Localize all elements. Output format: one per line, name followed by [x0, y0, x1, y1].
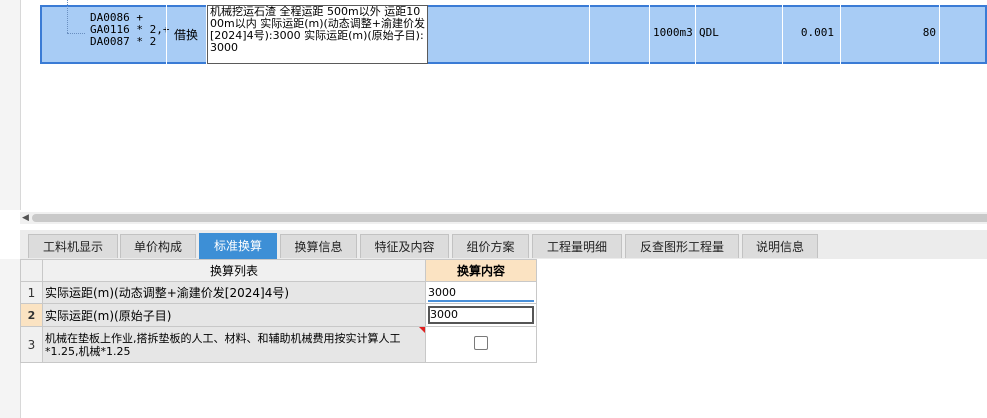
tab-quantity-detail[interactable]: 工程量明细	[532, 234, 622, 258]
item-code[interactable]: DA0086 + GA0116 * 2,+ DA0087 * 2	[90, 12, 169, 48]
item-unit: 1000m3	[653, 26, 693, 39]
horizontal-scrollbar[interactable]: ◀	[20, 212, 987, 224]
conversion-name[interactable]: 机械在垫板上作业,搭拆垫板的人工、材料、和辅助机械费用按实计算人工*1.25,机…	[42, 326, 426, 363]
item-type: 借换	[174, 28, 199, 42]
type-cell[interactable]: 借换	[166, 5, 207, 64]
table-row[interactable]: 3 机械在垫板上作业,搭拆垫板的人工、材料、和辅助机械费用按实计算人工*1.25…	[20, 326, 537, 363]
comment-marker-icon	[419, 327, 425, 333]
row-number-current: 2	[20, 303, 43, 327]
conversion-value-cell[interactable]: 3000	[425, 303, 537, 327]
header-corner	[20, 259, 43, 282]
conversion-value-input-focused[interactable]: 3000	[428, 306, 534, 324]
item-value: 80	[922, 26, 936, 39]
conversion-name-text: 机械在垫板上作业,搭拆垫板的人工、材料、和辅助机械费用按实计算人工*1.25,机…	[45, 331, 401, 358]
panel-gutter	[0, 259, 21, 418]
item-description[interactable]: 机械挖运石渣 全程运距 500m以外 运距1000m以内 实际运距(m)(动态调…	[207, 5, 428, 64]
detail-tabbar: 工料机显示 单价构成 标准换算 换算信息 特征及内容 组价方案 工程量明细 反查…	[20, 230, 987, 260]
tab-features[interactable]: 特征及内容	[360, 234, 449, 258]
tab-conversion-info[interactable]: 换算信息	[280, 234, 357, 258]
tab-reverse-graphic[interactable]: 反查图形工程量	[625, 234, 739, 258]
grid-row-gutter	[0, 0, 21, 210]
tree-connector-h	[67, 33, 85, 34]
blank-cell-2[interactable]	[590, 5, 650, 64]
conversion-header-row: 换算列表 换算内容	[20, 259, 537, 282]
scrollbar-thumb[interactable]	[32, 214, 987, 222]
item-qty: 0.001	[800, 26, 834, 39]
tab-description-info[interactable]: 说明信息	[742, 234, 818, 258]
scroll-left-icon[interactable]: ◀	[22, 212, 29, 224]
row-number: 1	[20, 281, 43, 304]
conversion-name[interactable]: 实际运距(m)(原始子目)	[42, 303, 426, 327]
tab-labor-material-machine[interactable]: 工料机显示	[28, 234, 118, 258]
conversion-checkbox-cell[interactable]	[425, 326, 537, 363]
table-row[interactable]: 1 实际运距(m)(动态调整+渝建价发[2024]4号) 3000	[20, 281, 537, 304]
conversion-table: 换算列表 换算内容 1 实际运距(m)(动态调整+渝建价发[2024]4号) 3…	[20, 259, 537, 363]
header-conversion-content: 换算内容	[425, 259, 537, 282]
qty-cell[interactable]: 0.001	[783, 5, 841, 64]
conversion-value-input[interactable]: 3000	[428, 284, 534, 302]
tab-pricing-plan[interactable]: 组价方案	[452, 234, 529, 258]
tree-connector	[67, 0, 68, 33]
unit-cell[interactable]: 1000m3	[650, 5, 696, 64]
item-code-qdl: QDL	[699, 26, 719, 39]
conversion-value-cell[interactable]: 3000	[425, 281, 537, 304]
table-row[interactable]: 2 实际运距(m)(原始子目) 3000	[20, 303, 537, 327]
tab-unit-price[interactable]: 单价构成	[120, 234, 196, 258]
item-grid: DA0086 + GA0116 * 2,+ DA0087 * 2 借换 机械挖运…	[0, 0, 987, 210]
tab-standard-conversion[interactable]: 标准换算	[199, 233, 277, 259]
header-conversion-list: 换算列表	[42, 259, 426, 282]
conversion-name[interactable]: 实际运距(m)(动态调整+渝建价发[2024]4号)	[42, 281, 426, 304]
conversion-panel: 换算列表 换算内容 1 实际运距(m)(动态调整+渝建价发[2024]4号) 3…	[0, 259, 987, 418]
value-cell[interactable]: 80	[841, 5, 940, 64]
blank-cell-1[interactable]	[428, 5, 590, 64]
row-number: 3	[20, 326, 43, 363]
code-cell[interactable]: QDL	[696, 5, 783, 64]
conversion-checkbox[interactable]	[474, 336, 488, 350]
